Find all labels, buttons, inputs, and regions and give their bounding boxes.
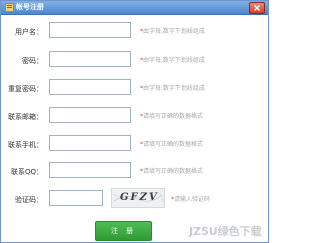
password-hint: *由字母,数字下划线组成 xyxy=(140,57,205,64)
password-row: 密码： *由字母,数字下划线组成 xyxy=(1,51,270,69)
qq-label: 联系QQ： xyxy=(10,168,43,176)
confirm-password-row: 重复密码： *由字母,数字下划线组成 xyxy=(1,79,270,97)
app-icon xyxy=(5,3,14,12)
username-label: 用户名： xyxy=(15,28,43,36)
password-label: 密码： xyxy=(22,57,43,65)
confirm-password-input[interactable] xyxy=(49,79,131,95)
captcha-image[interactable]: GFZV xyxy=(111,188,165,208)
captcha-text: GFZV xyxy=(120,192,159,203)
username-hint: *由字母,数字下划线组成 xyxy=(140,28,205,35)
watermark-logo: JZ5U绿色下载 xyxy=(189,225,262,238)
close-icon xyxy=(254,5,260,11)
captcha-row: 验证码： GFZV *请输入验证码 xyxy=(1,188,270,208)
confirm-password-label: 重复密码： xyxy=(8,85,43,93)
username-row: 用户名： *由字母,数字下划线组成 xyxy=(1,22,270,40)
captcha-label: 验证码： xyxy=(15,196,43,204)
title-bar[interactable]: 帐号注册 xyxy=(1,1,268,15)
email-hint: *请填写正确的数据格式 xyxy=(140,113,204,120)
register-button[interactable]: 注 册 xyxy=(95,221,152,241)
phone-row: 联系手机： *请填写正确的数据格式 xyxy=(1,135,270,153)
qq-input[interactable] xyxy=(49,162,131,178)
email-input[interactable] xyxy=(49,107,131,123)
window-title: 帐号注册 xyxy=(16,3,44,11)
phone-hint: *请填写正确的数据格式 xyxy=(140,141,204,148)
qq-row: 联系QQ： *请填写正确的数据格式 xyxy=(1,162,270,180)
qq-hint: *请填写正确的数据格式 xyxy=(140,168,204,175)
phone-label: 联系手机： xyxy=(8,141,43,149)
password-input[interactable] xyxy=(49,51,131,67)
confirm-password-hint: *由字母,数字下划线组成 xyxy=(140,85,205,92)
captcha-input[interactable] xyxy=(49,190,103,206)
email-label: 联系邮箱： xyxy=(8,113,43,121)
captcha-hint: *请输入验证码 xyxy=(171,196,211,203)
close-button[interactable] xyxy=(249,2,265,14)
register-window: 帐号注册 用户名： *由字母,数字下划线组成 密码： *由字母,数字下划线组成 … xyxy=(0,0,269,243)
phone-input[interactable] xyxy=(49,135,131,151)
username-input[interactable] xyxy=(49,22,131,38)
email-row: 联系邮箱： *请填写正确的数据格式 xyxy=(1,107,270,125)
